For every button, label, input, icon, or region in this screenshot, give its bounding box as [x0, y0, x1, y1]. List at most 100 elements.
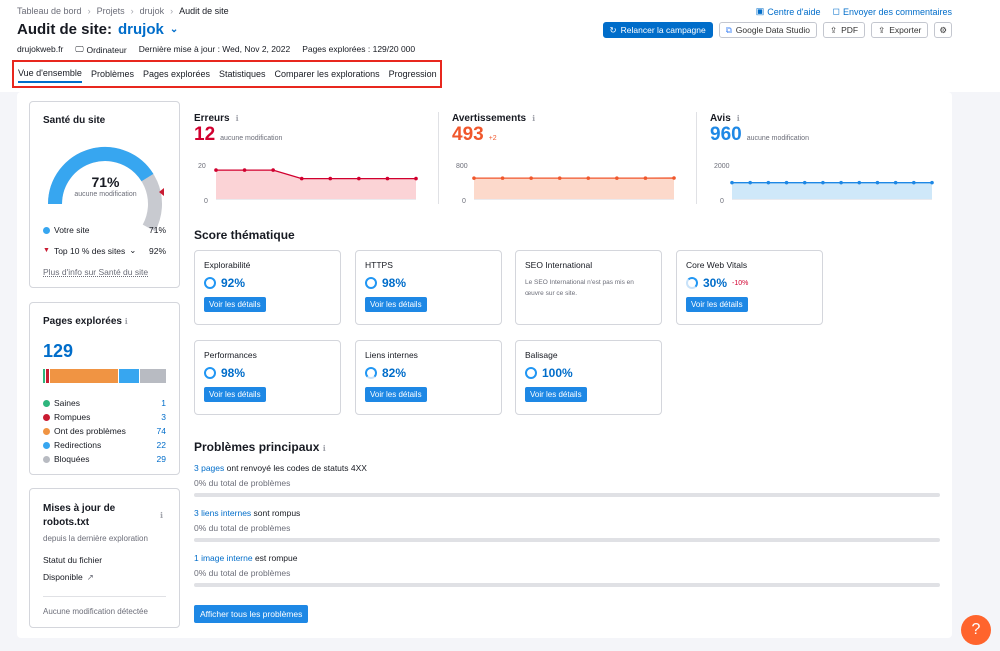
kpi-number[interactable]: 960 [710, 124, 742, 146]
kpi-point[interactable] [643, 176, 648, 180]
export-button[interactable]: ⇪ Exporter [871, 22, 929, 38]
kpi-number[interactable]: 493 [452, 124, 484, 146]
feedback-link[interactable]: Envoyer des commentaires [843, 7, 952, 17]
crawled-legend-item[interactable]: Rompues 3 [43, 412, 166, 422]
kpi-point[interactable] [839, 180, 843, 185]
show-all-problems-button[interactable]: Afficher tous les problèmes [194, 605, 309, 623]
theme-percent: 100% [542, 366, 573, 380]
legend-top-10[interactable]: ▼ Top 10 % des sites ⌄ 92% [43, 245, 166, 256]
kpi-point[interactable] [328, 176, 333, 181]
kpi-point[interactable] [385, 176, 390, 181]
themes-title: Score thématique [194, 228, 295, 242]
tab-progress[interactable]: Progression [389, 66, 437, 82]
kpi-point[interactable] [930, 180, 934, 185]
info-icon[interactable]: ℹ [532, 114, 535, 123]
kpi-block: Avertissements ℹ 493 +2 800 0 [452, 113, 689, 205]
relaunch-campaign-button[interactable]: ↻ Relancer la campagne [602, 22, 713, 38]
tab-issues[interactable]: Problèmes [91, 66, 134, 82]
breadcrumb-projects[interactable]: Projets [97, 6, 125, 16]
settings-button[interactable]: ⚙ [934, 22, 952, 38]
legend-label: Bloquées [54, 454, 90, 464]
tab-compare-crawls[interactable]: Comparer les explorations [275, 66, 380, 82]
legend-value[interactable]: 1 [161, 398, 166, 408]
crawled-legend-item[interactable]: Redirections 22 [43, 440, 166, 450]
kpi-point[interactable] [214, 168, 218, 172]
breadcrumb-project[interactable]: drujok [140, 6, 165, 16]
health-info-link[interactable]: Plus d'info sur Santé du site [43, 267, 166, 277]
kpi-point[interactable] [615, 176, 619, 180]
crawled-bar-segment[interactable] [118, 369, 139, 383]
help-fab-button[interactable]: ? [961, 615, 991, 645]
view-details-button[interactable]: Voir les détails [204, 297, 266, 312]
kpi-point[interactable] [500, 176, 505, 180]
kpi-point[interactable] [912, 180, 916, 185]
tab-crawled-pages[interactable]: Pages explorées [143, 66, 210, 82]
kpi-point[interactable] [472, 176, 476, 180]
kpi-point[interactable] [299, 176, 304, 181]
crawled-bar-segment[interactable] [139, 369, 166, 383]
kpi-point[interactable] [875, 180, 880, 185]
kpi-point[interactable] [557, 176, 562, 180]
project-selector[interactable]: drujok [118, 21, 164, 38]
data-studio-icon: ⧉ [725, 24, 732, 35]
chevron-down-icon: ⌄ [129, 245, 137, 255]
robots-footer: Aucune modification détectée [43, 596, 166, 616]
info-icon[interactable]: ℹ [160, 511, 163, 520]
view-details-button[interactable]: Voir les détails [365, 387, 427, 402]
kpi-point[interactable] [766, 180, 771, 185]
crawled-legend-item[interactable]: Bloquées 29 [43, 454, 166, 464]
kpi-point[interactable] [857, 180, 862, 185]
view-details-button[interactable]: Voir les détails [365, 297, 427, 312]
kpi-point[interactable] [414, 176, 418, 181]
kpi-point[interactable] [271, 168, 275, 172]
view-details-button[interactable]: Voir les détails [525, 387, 587, 402]
kpi-point[interactable] [672, 176, 676, 180]
legend-value[interactable]: 3 [161, 412, 166, 422]
info-icon[interactable]: ℹ [236, 114, 239, 123]
problem-link[interactable]: 3 liens internes [194, 508, 251, 518]
kpi-point[interactable] [748, 180, 752, 185]
crawled-bar-segment[interactable] [43, 369, 46, 383]
info-icon[interactable]: ℹ [125, 317, 128, 326]
kpi-point[interactable] [529, 176, 533, 180]
kpi-point[interactable] [802, 180, 807, 185]
legend-dot [43, 413, 50, 421]
breadcrumb-dashboard[interactable]: Tableau de bord [17, 6, 82, 16]
info-icon[interactable]: ℹ [323, 444, 326, 453]
problem-text: 3 liens internes sont rompus [194, 508, 940, 518]
legend-value[interactable]: 29 [157, 454, 166, 464]
view-details-button[interactable]: Voir les détails [204, 387, 266, 402]
chevron-down-icon[interactable]: ⌄ [170, 24, 178, 35]
kpi-point[interactable] [586, 176, 591, 180]
kpi-point[interactable] [784, 180, 789, 185]
crawled-legend-item[interactable]: Saines 1 [43, 398, 166, 408]
pdf-button[interactable]: ⇪ PDF [823, 22, 866, 38]
crawled-legend-item[interactable]: Ont des problèmes 74 [43, 426, 166, 436]
external-link-icon[interactable]: ↗ [87, 572, 94, 583]
kpi-point[interactable] [893, 180, 898, 185]
problem-bar [194, 583, 940, 587]
kpi-point[interactable] [730, 180, 734, 185]
health-legend: Votre site 71% ▼ Top 10 % des sites ⌄ 92% Pl… [43, 225, 166, 277]
legend-value[interactable]: 74 [157, 426, 166, 436]
kpi-number[interactable]: 12 [194, 124, 215, 146]
crawled-pages-bar [43, 369, 166, 383]
info-icon[interactable]: ℹ [737, 114, 740, 123]
kpi-point[interactable] [357, 176, 361, 181]
y-axis-max: 20 [198, 163, 206, 170]
view-details-button[interactable]: Voir les détails [686, 297, 748, 312]
problem-link[interactable]: 1 image interne [194, 553, 253, 563]
help-center-link[interactable]: Centre d'aide [767, 7, 820, 17]
kpi-point[interactable] [242, 168, 247, 172]
crawled-total[interactable]: 129 [43, 341, 166, 362]
theme-name: Core Web Vitals [686, 260, 748, 270]
problem-link[interactable]: 3 pages [194, 463, 224, 473]
tab-overview[interactable]: Vue d'ensemble [18, 65, 82, 83]
tab-statistics[interactable]: Statistiques [219, 66, 266, 82]
legend-value[interactable]: 22 [157, 440, 166, 450]
google-data-studio-button[interactable]: ⧉ Google Data Studio [718, 22, 817, 38]
tab-bar: Vue d'ensemble Problèmes Pages explorées… [12, 60, 442, 88]
crawled-bar-segment[interactable] [46, 369, 50, 383]
kpi-point[interactable] [821, 180, 825, 185]
crawled-bar-segment[interactable] [50, 369, 118, 383]
